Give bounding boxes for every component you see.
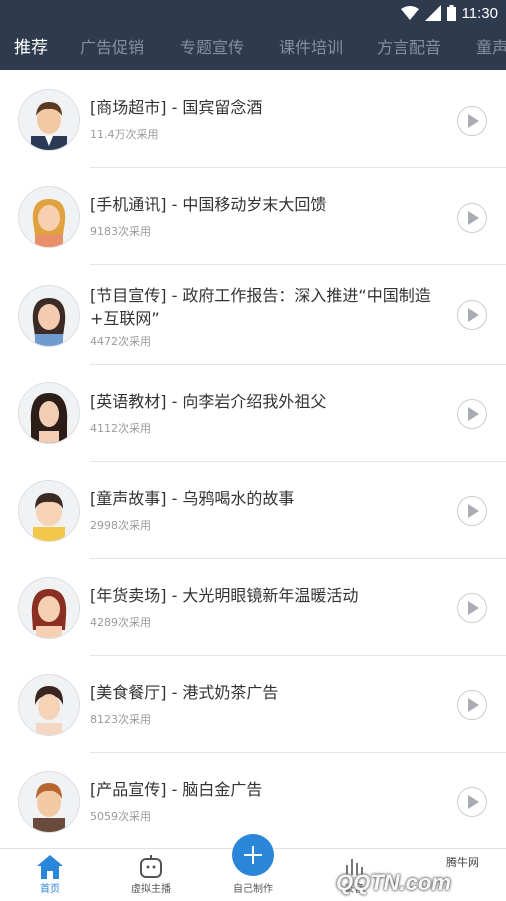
tab-children[interactable]: 童声 xyxy=(476,26,506,70)
list-item[interactable]: [手机通讯] - 中国移动岁末大回馈 9183次采用 xyxy=(0,167,506,265)
list-item[interactable]: [商场超市] - 国宾留念酒 11.4万次采用 xyxy=(0,70,506,168)
item-title: [节目宣传] - 政府工作报告：深入推进“中国制造+互联网” xyxy=(90,286,431,328)
category-tabs: 推荐 广告促销 专题宣传 课件培训 方言配音 童声 xyxy=(0,26,506,70)
item-title: [商场超市] - 国宾留念酒 xyxy=(90,98,263,117)
status-bar: 11:30 xyxy=(0,0,506,26)
watermark-top-text: 腾牛网 xyxy=(446,856,479,869)
nav-create-label: 自己制作 xyxy=(233,884,273,895)
play-icon xyxy=(468,795,479,809)
battery-icon xyxy=(446,5,456,21)
avatar xyxy=(18,186,80,248)
item-title: [英语教材] - 向李岩介绍我外祖父 xyxy=(90,392,327,411)
list-item[interactable]: [美食餐厅] - 港式奶茶广告 8123次采用 xyxy=(0,655,506,753)
play-button[interactable] xyxy=(457,593,487,623)
play-button[interactable] xyxy=(457,399,487,429)
list-item[interactable]: [节目宣传] - 政府工作报告：深入推进“中国制造+互联网” 4472次采用 xyxy=(0,264,506,365)
item-title: [美食餐厅] - 港式奶茶广告 xyxy=(90,683,279,702)
create-button[interactable] xyxy=(232,834,274,876)
tab-recommend[interactable]: 推荐 xyxy=(14,26,48,70)
usage-count: 5059次采用 xyxy=(90,810,151,823)
usage-count: 11.4万次采用 xyxy=(90,128,159,141)
home-icon xyxy=(37,855,63,879)
list-item[interactable]: [英语教材] - 向李岩介绍我外祖父 4112次采用 xyxy=(0,364,506,462)
item-title: [年货卖场] - 大光明眼镜新年温暖活动 xyxy=(90,586,359,605)
watermark: 腾牛网 QQTN.com xyxy=(300,848,500,900)
usage-count: 2998次采用 xyxy=(90,519,151,532)
play-icon xyxy=(468,698,479,712)
play-button[interactable] xyxy=(457,300,487,330)
signal-icon xyxy=(424,5,441,21)
item-title: [童声故事] - 乌鸦喝水的故事 xyxy=(90,489,295,508)
play-icon xyxy=(468,211,479,225)
avatar xyxy=(18,577,80,639)
play-icon xyxy=(468,407,479,421)
nav-home-label: 首页 xyxy=(40,884,60,895)
play-button[interactable] xyxy=(457,106,487,136)
play-button[interactable] xyxy=(457,787,487,817)
usage-count: 4472次采用 xyxy=(90,335,151,348)
avatar xyxy=(18,674,80,736)
item-title: [产品宣传] - 脑白金广告 xyxy=(90,780,263,799)
nav-virtual-anchor[interactable]: 虚拟主播 xyxy=(101,849,201,901)
plus-icon xyxy=(244,846,262,864)
avatar xyxy=(18,771,80,833)
play-button[interactable] xyxy=(457,496,487,526)
avatar xyxy=(18,382,80,444)
usage-count: 8123次采用 xyxy=(90,713,151,726)
play-icon xyxy=(468,601,479,615)
play-button[interactable] xyxy=(457,690,487,720)
robot-icon xyxy=(140,855,162,878)
play-icon xyxy=(468,114,479,128)
tab-ads[interactable]: 广告促销 xyxy=(80,26,144,70)
wifi-icon xyxy=(400,6,419,20)
tab-topics[interactable]: 专题宣传 xyxy=(180,26,244,70)
watermark-bottom-text: QQTN.com xyxy=(336,870,451,895)
usage-count: 4112次采用 xyxy=(90,422,151,435)
play-button[interactable] xyxy=(457,203,487,233)
usage-count: 9183次采用 xyxy=(90,225,151,238)
tab-courseware[interactable]: 课件培训 xyxy=(279,26,343,70)
list-item[interactable]: [年货卖场] - 大光明眼镜新年温暖活动 4289次采用 xyxy=(0,558,506,656)
status-time: 11:30 xyxy=(461,4,498,22)
nav-virtual-label: 虚拟主播 xyxy=(131,884,171,895)
avatar xyxy=(18,89,80,151)
usage-count: 4289次采用 xyxy=(90,616,151,629)
play-icon xyxy=(468,308,479,322)
play-icon xyxy=(468,504,479,518)
item-title: [手机通讯] - 中国移动岁末大回馈 xyxy=(90,195,327,214)
avatar xyxy=(18,285,80,347)
nav-home[interactable]: 首页 xyxy=(0,849,100,901)
list-item[interactable]: [童声故事] - 乌鸦喝水的故事 2998次采用 xyxy=(0,461,506,559)
avatar xyxy=(18,480,80,542)
tab-dialect[interactable]: 方言配音 xyxy=(377,26,441,70)
